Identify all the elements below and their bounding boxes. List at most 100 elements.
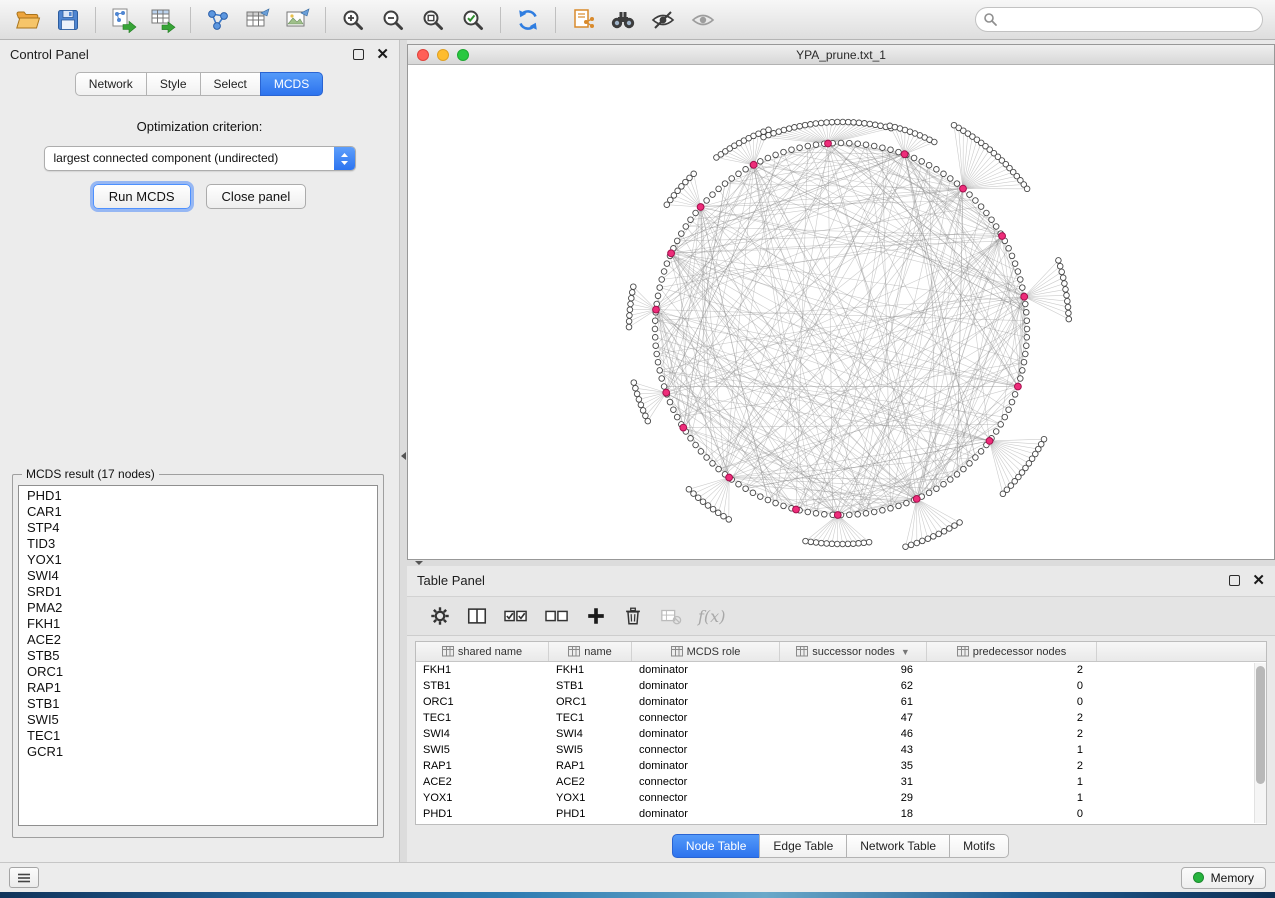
zoom-fit-button[interactable] — [413, 3, 453, 37]
optimization-criterion-dropdown[interactable]: largest connected component (undirected) — [44, 146, 356, 171]
columns-icon[interactable] — [466, 605, 488, 627]
memory-status-icon — [1193, 872, 1204, 883]
mcds-result-item[interactable]: YOX1 — [19, 552, 377, 568]
search-input[interactable] — [975, 7, 1263, 32]
table-cell: connector — [632, 710, 780, 726]
table-row[interactable]: PHD1PHD1dominator180 — [416, 806, 1266, 822]
collapse-down-icon[interactable] — [415, 561, 423, 565]
refresh-button[interactable] — [508, 3, 548, 37]
close-panel-icon[interactable]: ✕ — [376, 49, 389, 60]
mcds-result-item[interactable]: ACE2 — [19, 632, 377, 648]
table-row[interactable]: TEC1TEC1connector472 — [416, 710, 1266, 726]
tab-network[interactable]: Network — [75, 72, 147, 96]
mcds-result-item[interactable]: SRD1 — [19, 584, 377, 600]
tab-select[interactable]: Select — [200, 72, 261, 96]
table-row[interactable]: SWI4SWI4dominator462 — [416, 726, 1266, 742]
show-panels-button[interactable] — [9, 867, 39, 888]
gear-icon[interactable] — [429, 605, 451, 627]
tab-network-table[interactable]: Network Table — [846, 834, 950, 858]
mcds-result-list[interactable]: PHD1CAR1STP4TID3YOX1SWI4SRD1PMA2FKH1ACE2… — [18, 485, 378, 826]
table-row[interactable]: RAP1RAP1dominator352 — [416, 758, 1266, 774]
import-network-icon — [109, 7, 137, 33]
table-panel-titlebar: Table Panel ✕ — [407, 566, 1275, 594]
table-cell: SWI5 — [416, 742, 549, 758]
mcds-result-item[interactable]: PHD1 — [19, 488, 377, 504]
memory-button[interactable]: Memory — [1181, 867, 1266, 889]
table-column-icon — [568, 646, 580, 657]
import-network-button[interactable] — [103, 3, 143, 37]
network-canvas[interactable] — [408, 65, 1274, 559]
column-header-shared-name[interactable]: shared name — [416, 642, 549, 661]
column-header-mcds-role[interactable]: MCDS role — [632, 642, 780, 661]
run-mcds-button[interactable]: Run MCDS — [93, 184, 191, 209]
table-cell: TEC1 — [549, 710, 632, 726]
mcds-result-item[interactable]: SWI4 — [19, 568, 377, 584]
network-search-button[interactable] — [603, 3, 643, 37]
mcds-result-item[interactable]: FKH1 — [19, 616, 377, 632]
export-image-button[interactable] — [278, 3, 318, 37]
table-row[interactable]: ORC1ORC1dominator610 — [416, 694, 1266, 710]
sort-chevron-icon[interactable]: ▼ — [901, 647, 910, 657]
network-window-titlebar[interactable]: YPA_prune.txt_1 — [408, 45, 1274, 65]
eye-icon — [690, 8, 716, 32]
float-panel-icon[interactable] — [353, 49, 364, 60]
mcds-result-item[interactable]: SWI5 — [19, 712, 377, 728]
table-row[interactable]: FKH1FKH1dominator962 — [416, 662, 1266, 678]
open-folder-button[interactable] — [8, 3, 48, 37]
table-cell: 47 — [780, 710, 927, 726]
toolbar-separator — [555, 7, 556, 33]
select-all-icon[interactable] — [503, 605, 529, 627]
mcds-result-item[interactable]: GCR1 — [19, 744, 377, 760]
mcds-result-item[interactable]: PMA2 — [19, 600, 377, 616]
vertical-splitter[interactable] — [400, 40, 407, 862]
table-row[interactable]: STB1STB1dominator620 — [416, 678, 1266, 694]
table-cell: 0 — [927, 694, 1097, 710]
float-panel-icon[interactable] — [1229, 575, 1240, 586]
table-row[interactable]: SWI5SWI5connector431 — [416, 742, 1266, 758]
mcds-result-item[interactable]: STP4 — [19, 520, 377, 536]
new-network-button[interactable] — [198, 3, 238, 37]
mcds-result-item[interactable]: STB1 — [19, 696, 377, 712]
table-column-icon — [671, 646, 683, 657]
zoom-selected-button[interactable] — [453, 3, 493, 37]
scrollbar-thumb[interactable] — [1256, 666, 1265, 784]
tab-node-table[interactable]: Node Table — [672, 834, 761, 858]
table-cell: 0 — [927, 678, 1097, 694]
add-column-icon[interactable] — [585, 605, 607, 627]
close-panel-icon[interactable]: ✕ — [1252, 575, 1265, 586]
column-header-name[interactable]: name — [549, 642, 632, 661]
mcds-result-item[interactable]: TID3 — [19, 536, 377, 552]
collapse-left-icon[interactable] — [401, 452, 406, 460]
zoom-window-icon[interactable] — [457, 49, 469, 61]
tab-motifs[interactable]: Motifs — [949, 834, 1009, 858]
table-row[interactable]: YOX1YOX1connector291 — [416, 790, 1266, 806]
zoom-out-button[interactable] — [373, 3, 413, 37]
import-table-button[interactable] — [143, 3, 183, 37]
delete-icon[interactable] — [622, 605, 644, 627]
deselect-all-icon[interactable] — [544, 605, 570, 627]
mcds-result-item[interactable]: CAR1 — [19, 504, 377, 520]
tab-style[interactable]: Style — [146, 72, 201, 96]
close-panel-button[interactable]: Close panel — [206, 184, 307, 209]
column-header-predecessor-nodes[interactable]: predecessor nodes — [927, 642, 1097, 661]
export-table-button[interactable] — [238, 3, 278, 37]
tab-edge-table[interactable]: Edge Table — [759, 834, 847, 858]
memory-label: Memory — [1211, 871, 1254, 885]
zoom-in-button[interactable] — [333, 3, 373, 37]
mcds-result-item[interactable]: RAP1 — [19, 680, 377, 696]
hide-graphics-details-button[interactable] — [643, 3, 683, 37]
table-row[interactable]: ACE2ACE2connector311 — [416, 774, 1266, 790]
table-scrollbar[interactable] — [1254, 663, 1266, 823]
save-session-button[interactable] — [48, 3, 88, 37]
close-window-icon[interactable] — [417, 49, 429, 61]
mcds-result-item[interactable]: ORC1 — [19, 664, 377, 680]
minimize-window-icon[interactable] — [437, 49, 449, 61]
tab-mcds[interactable]: MCDS — [260, 72, 323, 96]
table-cell: dominator — [632, 678, 780, 694]
share-document-button[interactable] — [563, 3, 603, 37]
show-graphics-details-button[interactable] — [683, 3, 723, 37]
table-cell: TEC1 — [416, 710, 549, 726]
mcds-result-item[interactable]: STB5 — [19, 648, 377, 664]
column-header-successor-nodes[interactable]: successor nodes ▼ — [780, 642, 927, 661]
mcds-result-item[interactable]: TEC1 — [19, 728, 377, 744]
